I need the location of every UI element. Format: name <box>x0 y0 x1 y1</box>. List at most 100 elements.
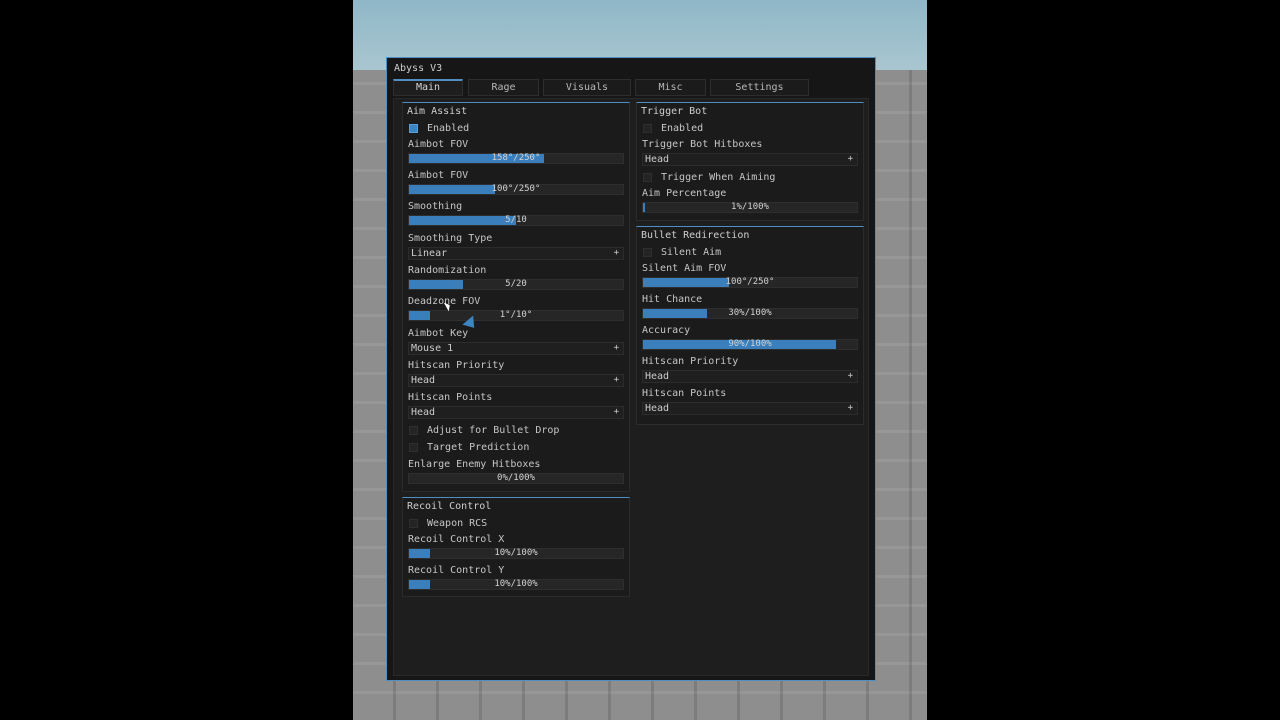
slider-value: 100°/250° <box>491 184 541 194</box>
slider-value: 100°/250° <box>725 277 775 287</box>
recoil-x-label: Recoil Control X <box>408 534 505 545</box>
accuracy-slider[interactable]: 90%/100% <box>642 339 858 350</box>
hit-chance-slider[interactable]: 30%/100% <box>642 308 858 319</box>
trigger-bot-section: Trigger Bot Enabled Trigger Bot Hitboxes… <box>636 102 864 221</box>
trigger-enabled-checkbox[interactable]: Enabled <box>643 123 843 136</box>
aim-assist-section: Aim Assist Enabled Aimbot FOV 158°/250° … <box>402 102 630 492</box>
section-title: Trigger Bot <box>641 106 708 117</box>
smoothing-slider[interactable]: 5/10 <box>408 215 624 226</box>
tab-rage[interactable]: Rage <box>468 79 539 96</box>
aimbot-key-label: Aimbot Key <box>408 328 469 339</box>
hitscan-points-dropdown[interactable]: Head + <box>408 406 624 419</box>
trigger-when-aiming-checkbox[interactable]: Trigger When Aiming <box>643 172 853 185</box>
window-title: Abyss V3 <box>394 63 443 74</box>
enabled-checkbox[interactable]: Enabled <box>409 123 609 136</box>
dropdown-plus-icon: + <box>613 248 619 258</box>
checkbox-box[interactable] <box>409 124 418 133</box>
checkbox-label: Silent Aim <box>661 247 722 258</box>
trigger-hitboxes-label: Trigger Bot Hitboxes <box>642 139 763 150</box>
hitscan-priority-label: Hitscan Priority <box>408 360 505 371</box>
checkbox-label: Trigger When Aiming <box>661 172 776 183</box>
dropdown-value: Head <box>645 403 670 414</box>
checkbox-box[interactable] <box>643 124 652 133</box>
checkbox-label: Weapon RCS <box>427 518 488 529</box>
slider-value: 1°/10° <box>499 310 533 320</box>
slider-value: 1%/100% <box>731 202 769 212</box>
aimbot-fov-slider[interactable]: 100°/250° <box>408 184 624 195</box>
silent-aim-fov-label: Silent Aim FOV <box>642 263 727 274</box>
weapon-rcs-checkbox[interactable]: Weapon RCS <box>409 518 609 531</box>
tab-content: Aim Assist Enabled Aimbot FOV 158°/250° … <box>393 98 869 676</box>
checkbox-label: Enabled <box>661 123 704 134</box>
dropdown-value: Mouse 1 <box>411 343 454 354</box>
checkbox-label: Adjust for Bullet Drop <box>427 425 560 436</box>
slider-value: 10%/100% <box>494 579 538 589</box>
dropdown-plus-icon: + <box>847 371 853 381</box>
accuracy-label: Accuracy <box>642 325 691 336</box>
aimbot-fov-label: Aimbot FOV <box>408 170 469 181</box>
dropdown-plus-icon: + <box>613 375 619 385</box>
trigger-hitboxes-dropdown[interactable]: Head + <box>642 153 858 166</box>
aim-percentage-label: Aim Percentage <box>642 188 727 199</box>
slider-value: 0%/100% <box>497 473 535 483</box>
silent-aim-fov-slider[interactable]: 100°/250° <box>642 277 858 288</box>
dropdown-value: Head <box>645 154 670 165</box>
slider-value: 5/20 <box>505 279 527 289</box>
recoil-x-slider[interactable]: 10%/100% <box>408 548 624 559</box>
tab-misc[interactable]: Misc <box>635 79 706 96</box>
recoil-y-label: Recoil Control Y <box>408 565 505 576</box>
cheat-menu-window: Abyss V3 Main Rage Visuals Misc Settings… <box>386 57 876 681</box>
hitscan-priority-dropdown[interactable]: Head + <box>408 374 624 387</box>
smoothing-type-label: Smoothing Type <box>408 233 493 244</box>
dropdown-value: Head <box>645 371 670 382</box>
dropdown-plus-icon: + <box>847 403 853 413</box>
dropdown-value: Head <box>411 375 436 386</box>
checkbox-box[interactable] <box>643 248 652 257</box>
hit-chance-label: Hit Chance <box>642 294 703 305</box>
aim-percentage-slider[interactable]: 1%/100% <box>642 202 858 213</box>
slider-value: 5/10 <box>505 215 527 225</box>
adjust-bullet-drop-checkbox[interactable]: Adjust for Bullet Drop <box>409 425 619 438</box>
recoil-y-slider[interactable]: 10%/100% <box>408 579 624 590</box>
hitscan-priority-label: Hitscan Priority <box>642 356 739 367</box>
aimbot-key-dropdown[interactable]: Mouse 1 + <box>408 342 624 355</box>
aimbot-fov-slider[interactable]: 158°/250° <box>408 153 624 164</box>
section-title: Bullet Redirection <box>641 230 750 241</box>
dropdown-value: Linear <box>411 248 448 259</box>
checkbox-box[interactable] <box>409 443 418 452</box>
dropdown-plus-icon: + <box>613 407 619 417</box>
recoil-control-section: Recoil Control Weapon RCS Recoil Control… <box>402 497 630 597</box>
hitscan-priority-dropdown[interactable]: Head + <box>642 370 858 383</box>
smoothing-type-dropdown[interactable]: Linear + <box>408 247 624 260</box>
checkbox-label: Target Prediction <box>427 442 530 453</box>
hitscan-points-label: Hitscan Points <box>642 388 727 399</box>
deadzone-fov-slider[interactable]: 1°/10° <box>408 310 624 321</box>
slider-value: 30%/100% <box>728 308 772 318</box>
smoothing-label: Smoothing <box>408 201 463 212</box>
bullet-redirection-section: Bullet Redirection Silent Aim Silent Aim… <box>636 226 864 425</box>
enlarge-hitboxes-label: Enlarge Enemy Hitboxes <box>408 459 541 470</box>
target-prediction-checkbox[interactable]: Target Prediction <box>409 442 619 455</box>
slider-value: 10%/100% <box>494 548 538 558</box>
checkbox-box[interactable] <box>409 426 418 435</box>
tab-visuals[interactable]: Visuals <box>543 79 631 96</box>
dropdown-plus-icon: + <box>613 343 619 353</box>
aimbot-fov-label: Aimbot FOV <box>408 139 469 150</box>
checkbox-label: Enabled <box>427 123 470 134</box>
slider-value: 90%/100% <box>728 339 772 349</box>
slider-value: 158°/250° <box>491 153 541 163</box>
randomization-label: Randomization <box>408 265 487 276</box>
dropdown-plus-icon: + <box>847 154 853 164</box>
randomization-slider[interactable]: 5/20 <box>408 279 624 290</box>
hitscan-points-dropdown[interactable]: Head + <box>642 402 858 415</box>
checkbox-box[interactable] <box>643 173 652 182</box>
section-title: Aim Assist <box>407 106 468 117</box>
hitscan-points-label: Hitscan Points <box>408 392 493 403</box>
tab-main[interactable]: Main <box>393 79 463 96</box>
silent-aim-checkbox[interactable]: Silent Aim <box>643 247 843 260</box>
dropdown-value: Head <box>411 407 436 418</box>
tab-settings[interactable]: Settings <box>710 79 809 96</box>
checkbox-box[interactable] <box>409 519 418 528</box>
enlarge-hitboxes-slider[interactable]: 0%/100% <box>408 473 624 484</box>
section-title: Recoil Control <box>407 501 492 512</box>
